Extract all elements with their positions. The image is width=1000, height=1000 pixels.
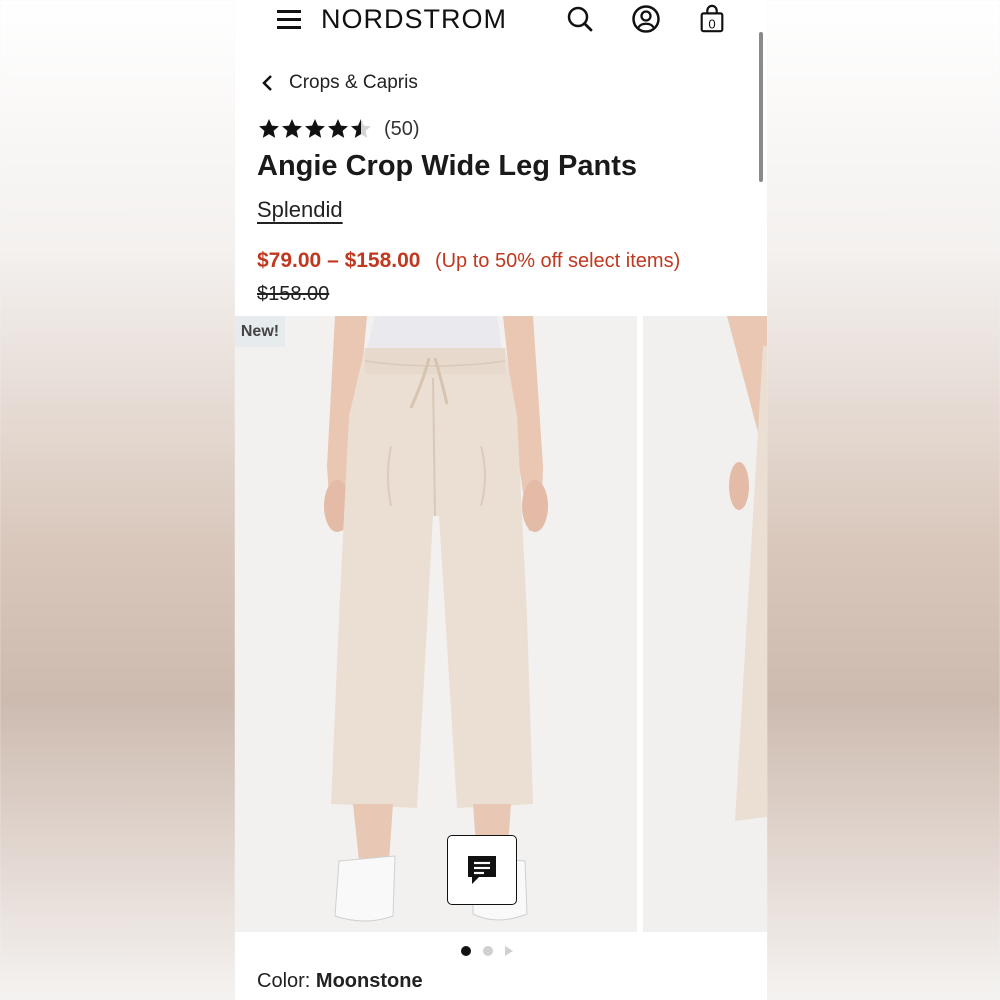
star-full-icon <box>305 119 325 138</box>
color-value: Moonstone <box>315 970 423 992</box>
product-rating[interactable]: (50) <box>257 117 420 141</box>
hamburger-menu-icon[interactable] <box>277 8 301 30</box>
gallery-next-icon[interactable] <box>505 946 513 956</box>
product-title: Angie Crop Wide Leg Pants <box>257 150 637 182</box>
shopping-bag-icon[interactable]: 0 <box>697 4 727 34</box>
chat-icon <box>468 856 496 884</box>
sale-price-range: $79.00 – $158.00 <box>257 249 421 272</box>
gallery-dot-2[interactable] <box>483 946 493 956</box>
account-icon[interactable] <box>631 4 661 34</box>
new-badge: New! <box>235 316 285 347</box>
star-full-icon <box>282 119 302 138</box>
star-full-icon <box>259 119 279 138</box>
discount-note: (Up to 50% off select items) <box>434 250 681 272</box>
gallery-pagination <box>461 946 513 956</box>
breadcrumb-label: Crops & Capris <box>289 72 418 93</box>
chevron-left-icon <box>262 75 272 91</box>
pants-side-photo <box>643 316 767 932</box>
background-right <box>767 0 1000 1000</box>
nordstrom-logo[interactable]: NORDSTROM <box>321 4 507 35</box>
header: NORDSTROM 0 <box>235 0 767 44</box>
gallery-dot-1[interactable] <box>461 946 471 956</box>
star-half-icon <box>351 119 371 138</box>
product-image-side[interactable] <box>643 316 767 932</box>
background-left <box>0 0 235 1000</box>
pants-front-photo <box>235 316 637 932</box>
breadcrumb[interactable]: Crops & Capris <box>259 72 418 94</box>
brand-link[interactable]: Splendid <box>257 197 343 223</box>
star-full-icon <box>328 119 348 138</box>
color-selection: Color: Moonstone <box>257 970 423 993</box>
scrollbar[interactable] <box>759 32 763 182</box>
search-icon[interactable] <box>565 4 595 34</box>
review-count: (50) <box>384 117 420 140</box>
bag-count: 0 <box>708 16 715 31</box>
product-image-front[interactable]: New! <box>235 316 637 932</box>
color-label: Color: <box>257 970 311 992</box>
price-block: $79.00 – $158.00 (Up to 50% off select i… <box>257 249 680 273</box>
original-price: $158.00 <box>257 283 330 305</box>
rating-stars <box>257 117 372 141</box>
chat-button[interactable] <box>447 835 517 905</box>
